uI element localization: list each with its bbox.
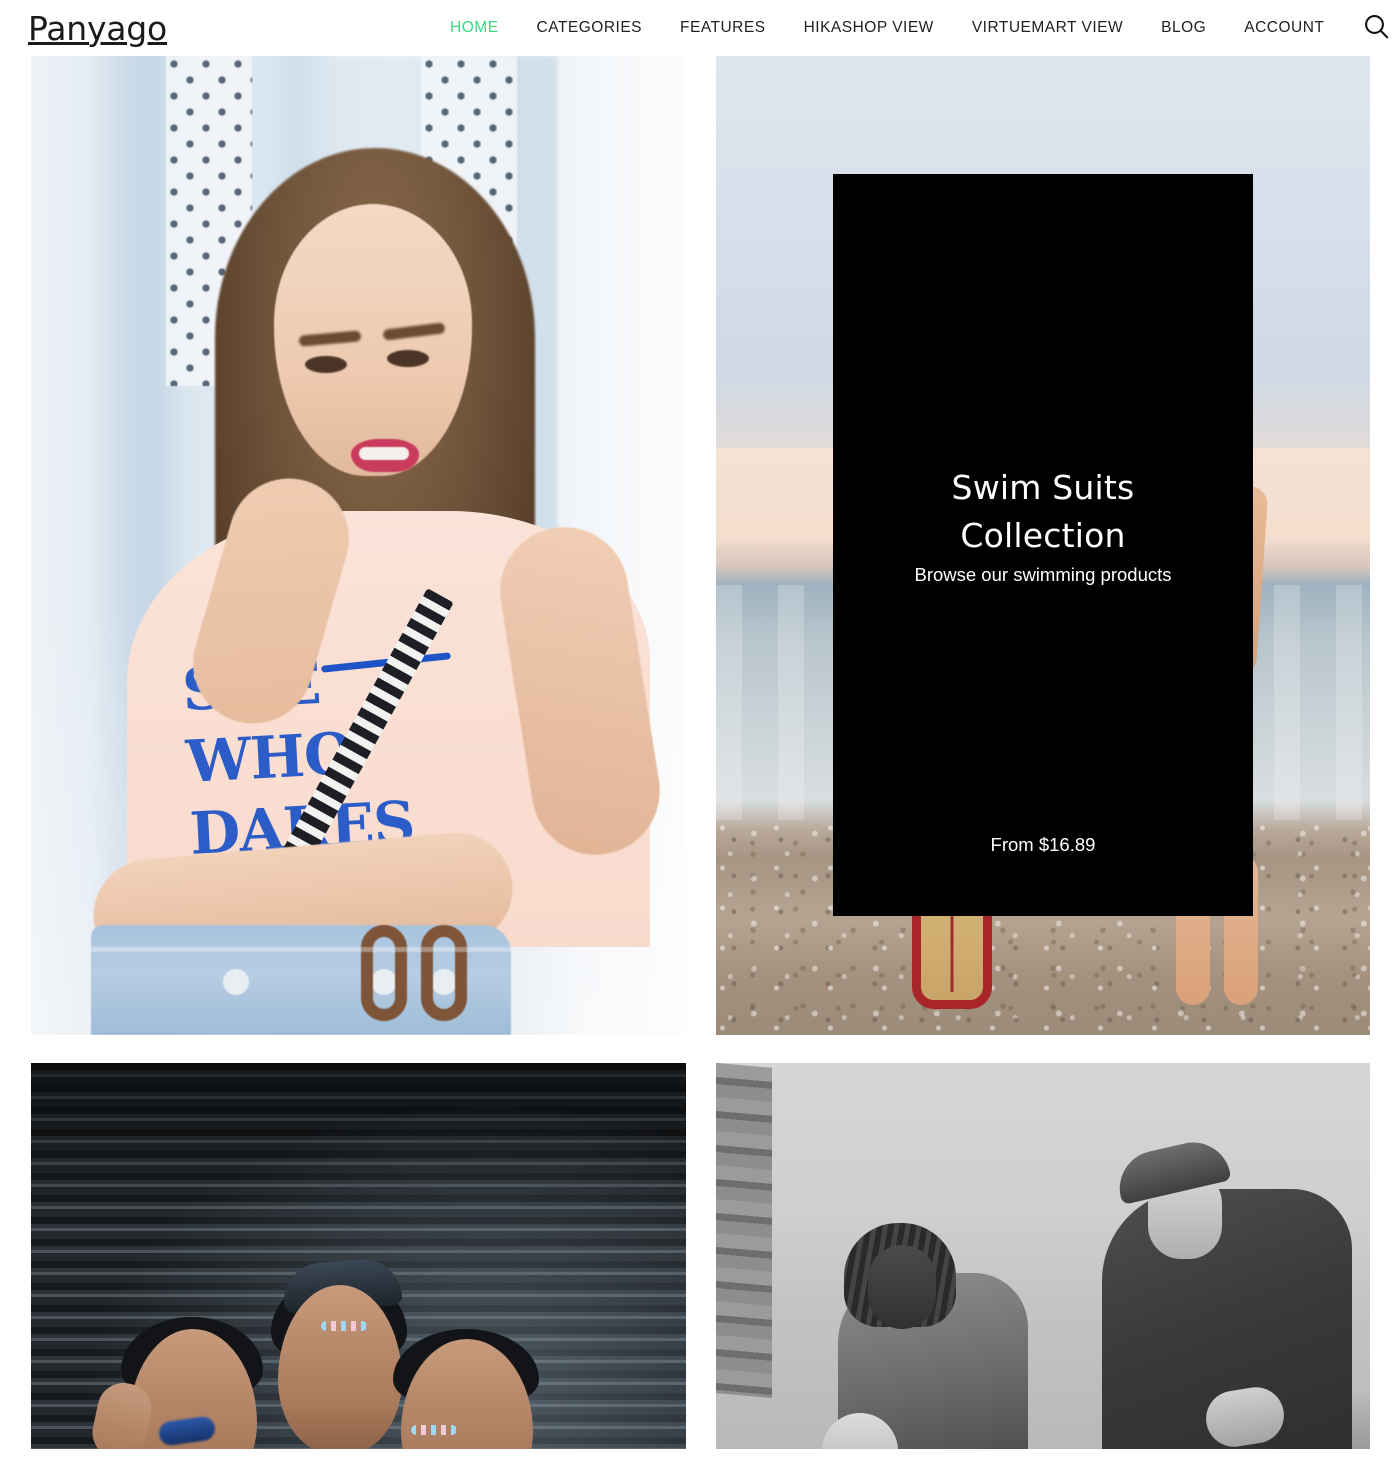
promo-tile-girl-tshirt[interactable]: SHE WHO DARES <box>31 56 686 1035</box>
nav-item-account[interactable]: ACCOUNT <box>1225 0 1343 56</box>
main-navigation: HOME CATEGORIES FEATURES HIKASHOP VIEW V… <box>431 0 1343 56</box>
nav-item-blog[interactable]: BLOG <box>1142 0 1225 56</box>
swim-suits-promo-card: Swim Suits Collection Browse our swimmin… <box>833 174 1253 916</box>
promo-title-line-1: Swim Suits <box>951 468 1135 507</box>
promo-tile-swim-suits[interactable]: Swim Suits Collection Browse our swimmin… <box>716 56 1370 1035</box>
crew-shutter-photo <box>31 1063 686 1449</box>
promo-price: From $16.89 <box>990 834 1096 855</box>
brand-logo[interactable]: Panyago <box>28 12 167 45</box>
search-icon <box>1363 13 1390 43</box>
promo-grid: SHE WHO DARES Swim Suits Collection <box>0 56 1400 1449</box>
promo-title: Swim Suits Collection <box>857 464 1229 560</box>
site-header: Panyago HOME CATEGORIES FEATURES HIKASHO… <box>0 0 1400 56</box>
girl-tshirt-photo: SHE WHO DARES <box>31 56 686 1035</box>
promo-tile-rooftop-bw[interactable] <box>716 1063 1370 1449</box>
rooftop-bw-photo <box>716 1063 1370 1449</box>
header-tools: 0 <box>1359 9 1400 47</box>
search-button[interactable] <box>1359 9 1393 47</box>
promo-title-line-2: Collection <box>960 516 1126 555</box>
nav-item-features[interactable]: FEATURES <box>661 0 785 56</box>
promo-tile-crew-shutter[interactable] <box>31 1063 686 1449</box>
nav-item-home[interactable]: HOME <box>431 0 518 56</box>
nav-item-categories[interactable]: CATEGORIES <box>518 0 661 56</box>
promo-subtitle: Browse our swimming products <box>914 564 1172 585</box>
nav-item-virtuemart-view[interactable]: VIRTUEMART VIEW <box>953 0 1142 56</box>
nav-item-hikashop-view[interactable]: HIKASHOP VIEW <box>785 0 953 56</box>
